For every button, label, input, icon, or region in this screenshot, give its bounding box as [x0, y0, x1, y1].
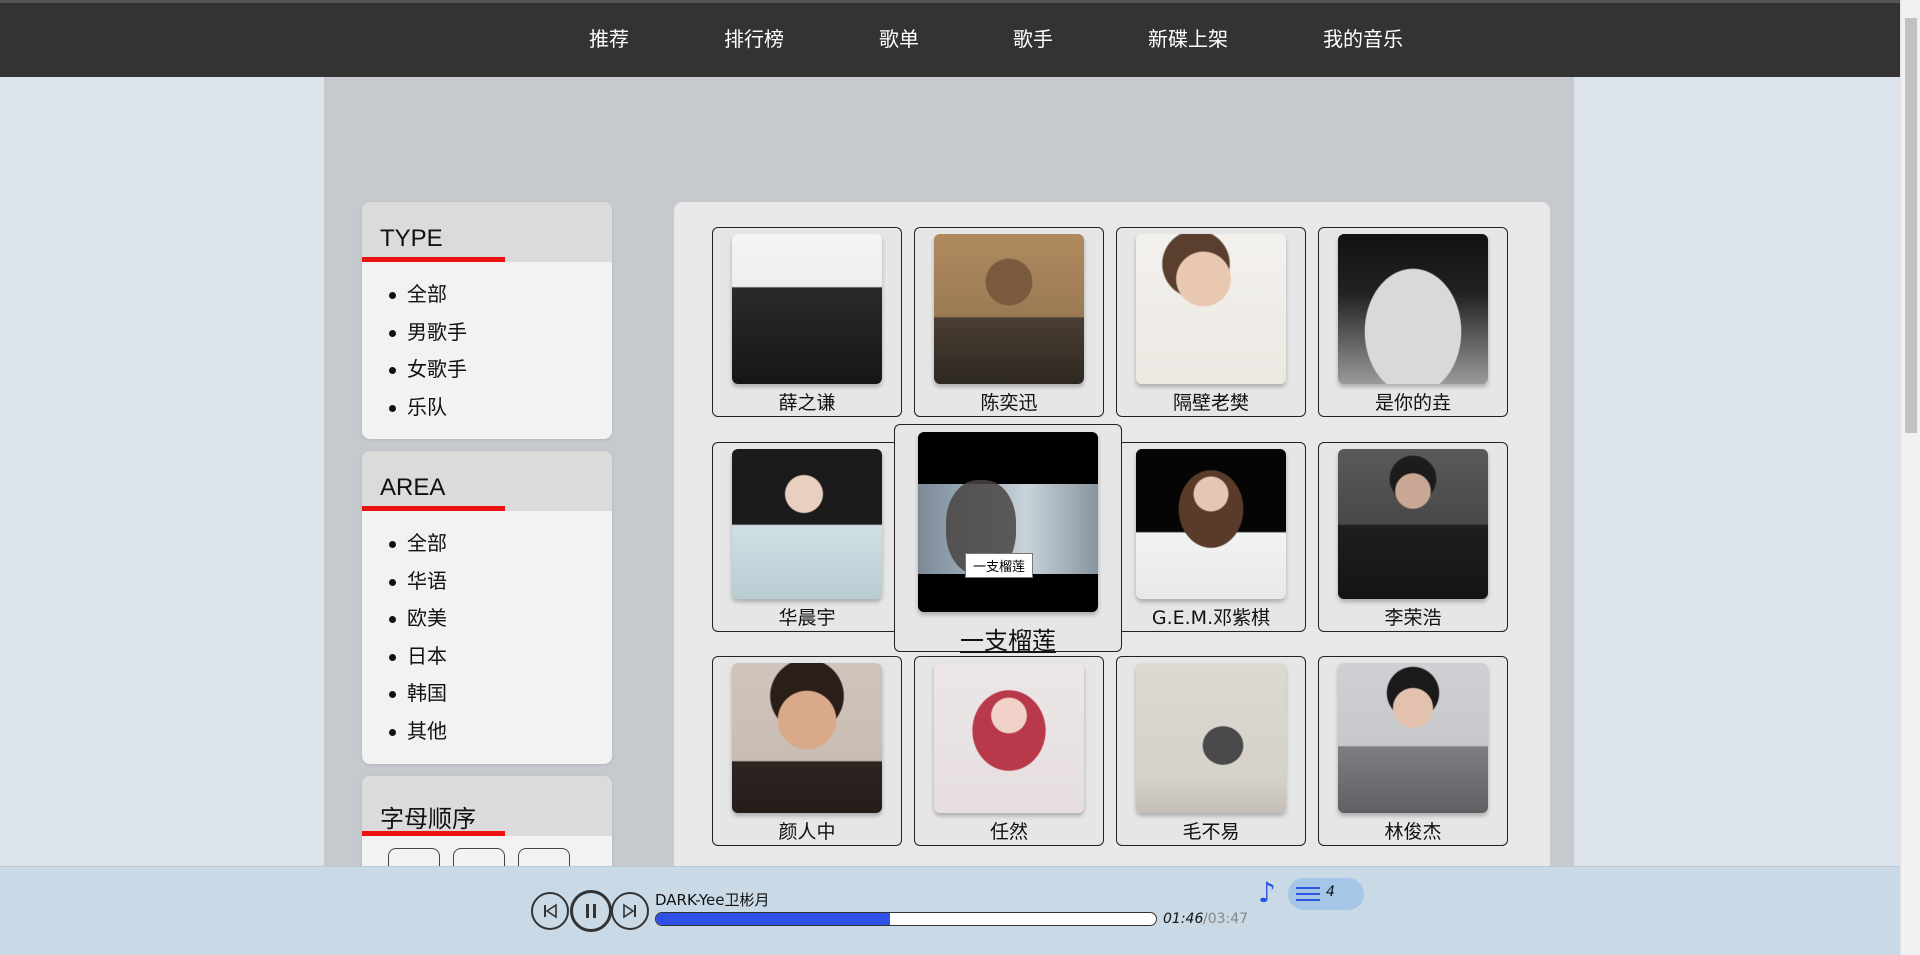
area-filter-title: AREA [380, 474, 446, 501]
type-item-band[interactable]: 乐队 [389, 389, 612, 427]
progress-bar[interactable] [655, 912, 1157, 926]
area-item-korea[interactable]: 韩国 [389, 675, 612, 713]
artist-name: 隔壁老樊 [1172, 392, 1249, 414]
area-item-western[interactable]: 欧美 [389, 600, 612, 638]
artist-name: 陈奕迅 [980, 392, 1038, 414]
nav-item-playlists[interactable]: 歌单 [879, 23, 919, 52]
type-title-underline [362, 257, 505, 262]
artist-name: 颜人中 [778, 821, 836, 843]
type-item-all[interactable]: 全部 [389, 276, 612, 314]
artist-name: 是你的垚 [1374, 392, 1451, 414]
type-filter-panel: TYPE 全部 男歌手 女歌手 乐队 [362, 202, 612, 439]
area-filter-header: AREA [362, 451, 612, 511]
artist-name: 薛之谦 [778, 392, 836, 414]
artist-name: 林俊杰 [1384, 821, 1442, 843]
area-title-underline [362, 506, 505, 511]
artist-card[interactable]: G.E.M.邓紫棋 [1116, 442, 1306, 632]
artist-name: 李荣浩 [1384, 607, 1442, 629]
artist-name: G.E.M.邓紫棋 [1151, 607, 1271, 629]
artist-card[interactable]: 毛不易 [1116, 656, 1306, 846]
artist-name: 任然 [989, 821, 1028, 843]
letter-title-underline [362, 831, 505, 836]
nav-item-charts[interactable]: 排行榜 [724, 23, 784, 52]
artist-card-hovered[interactable]: 一支榴莲 一支榴莲 [894, 424, 1122, 655]
artist-card[interactable]: 华晨宇 [712, 442, 902, 632]
total-time: /03:47 [1203, 911, 1249, 927]
type-item-female[interactable]: 女歌手 [389, 351, 612, 389]
type-filter-title: TYPE [380, 225, 443, 252]
artist-photo [732, 234, 882, 384]
page-scrollbar[interactable] [1900, 0, 1920, 955]
music-note-icon[interactable]: ♪ [1258, 876, 1276, 909]
artist-photo [934, 663, 1084, 813]
playlist-button[interactable]: 4 [1288, 878, 1364, 910]
artist-photo [1136, 234, 1286, 384]
scrollbar-thumb[interactable] [1905, 18, 1917, 433]
artist-photo [1136, 449, 1286, 599]
current-time: 01:46 [1163, 911, 1204, 927]
nav-item-my-music[interactable]: 我的音乐 [1323, 23, 1403, 52]
letter-filter-title: 字母顺序 [380, 806, 476, 833]
artist-photo [1136, 663, 1286, 813]
previous-track-button[interactable] [531, 892, 569, 930]
artist-name: 华晨宇 [778, 607, 836, 629]
artist-card[interactable]: 隔壁老樊 [1116, 227, 1306, 417]
artist-photo [1338, 234, 1488, 384]
next-track-button[interactable] [611, 892, 649, 930]
music-player-bar: DARK-Yee卫彬月 01:46 /03:47 ♪ 4 [0, 866, 1900, 955]
nav-item-new-albums[interactable]: 新碟上架 [1148, 23, 1228, 52]
artist-photo [732, 449, 882, 599]
artist-card[interactable]: 任然 [914, 656, 1104, 846]
letter-filter-header: 字母顺序 [362, 776, 612, 836]
artist-photo [1338, 449, 1488, 599]
artist-card[interactable]: 薛之谦 [712, 227, 902, 417]
nav-item-artists[interactable]: 歌手 [1013, 23, 1053, 52]
artist-card[interactable]: 林俊杰 [1318, 656, 1508, 846]
artist-photo [732, 663, 882, 813]
nav-item-recommend[interactable]: 推荐 [589, 23, 629, 52]
pause-button[interactable] [570, 890, 612, 932]
area-item-other[interactable]: 其他 [389, 713, 612, 751]
artist-name: 一支榴莲 [960, 627, 1056, 655]
artist-photo [1338, 663, 1488, 813]
skip-forward-icon [623, 903, 636, 919]
area-filter-panel: AREA 全部 华语 欧美 日本 韩国 其他 [362, 451, 612, 764]
artist-tooltip: 一支榴莲 [965, 553, 1034, 578]
area-filter-list: 全部 华语 欧美 日本 韩国 其他 [362, 511, 612, 750]
artist-card[interactable]: 李荣浩 [1318, 442, 1508, 632]
type-filter-list: 全部 男歌手 女歌手 乐队 [362, 262, 612, 426]
artist-photo [934, 234, 1084, 384]
skip-back-icon [544, 903, 557, 919]
artist-name: 毛不易 [1182, 821, 1240, 843]
progress-fill [656, 913, 890, 925]
area-item-chinese[interactable]: 华语 [389, 563, 612, 601]
now-playing-title: DARK-Yee卫彬月 [655, 891, 770, 909]
playlist-count: 4 [1326, 884, 1335, 900]
artist-grid: 薛之谦 陈奕迅 隔壁老樊 是你的垚 华晨宇 一支榴莲 一支榴莲 G.E.M.邓紫… [674, 202, 1550, 955]
area-item-all[interactable]: 全部 [389, 525, 612, 563]
area-item-japan[interactable]: 日本 [389, 638, 612, 676]
type-filter-header: TYPE [362, 202, 612, 262]
pause-icon [586, 904, 596, 918]
type-item-male[interactable]: 男歌手 [389, 314, 612, 352]
artist-card[interactable]: 是你的垚 [1318, 227, 1508, 417]
playlist-icon [1296, 887, 1320, 905]
artist-card[interactable]: 陈奕迅 [914, 227, 1104, 417]
artist-card[interactable]: 颜人中 [712, 656, 902, 846]
top-nav: 推荐 排行榜 歌单 歌手 新碟上架 我的音乐 [0, 0, 1900, 77]
artist-photo [918, 432, 1098, 612]
